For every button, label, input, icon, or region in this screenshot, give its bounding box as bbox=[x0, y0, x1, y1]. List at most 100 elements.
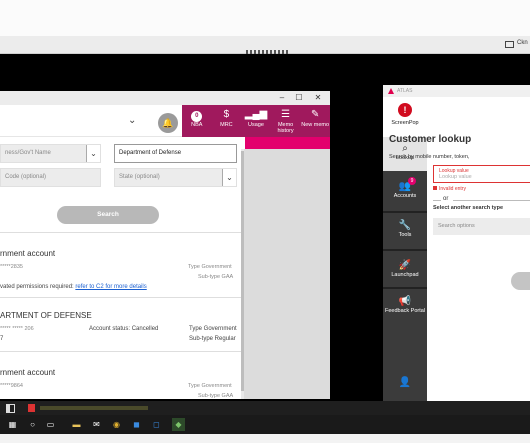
task-view-icon[interactable]: ▭ bbox=[44, 418, 57, 431]
edit-icon: ✎ bbox=[310, 109, 320, 120]
secondary-taskbar bbox=[0, 401, 530, 415]
flag-icon[interactable] bbox=[28, 404, 35, 412]
lookup-value-input[interactable]: Lookup value Lookup value bbox=[433, 165, 530, 183]
mail-icon[interactable]: ✉ bbox=[90, 418, 103, 431]
result-title[interactable]: rnment account bbox=[0, 368, 55, 377]
result-subtype: Sub-type GAA bbox=[198, 274, 234, 280]
search-type-label: Select another search type bbox=[433, 205, 504, 211]
wrench-icon: 🔧 bbox=[398, 220, 412, 231]
error-message: Invalid entry bbox=[433, 186, 466, 192]
sidebar-item-tools[interactable]: 🔧 Tools bbox=[383, 219, 427, 238]
nav-label: NBA bbox=[191, 122, 203, 128]
nav-new-memo[interactable]: ✎ New memo bbox=[300, 105, 330, 137]
nav-label: Usage bbox=[248, 122, 264, 128]
result-id: *****2835 bbox=[0, 264, 23, 270]
nav-label: New memo bbox=[301, 122, 330, 128]
alert-icon: ! bbox=[398, 103, 412, 117]
desktop-bottom bbox=[0, 434, 530, 443]
result-status: Account status: Cancelled bbox=[89, 326, 159, 332]
field-placeholder: ness/Gov't Name bbox=[5, 150, 51, 156]
signal-icon: ▂▄▆ bbox=[244, 109, 268, 120]
sidebar-divider bbox=[383, 249, 427, 251]
start-icon[interactable]: ▦ bbox=[6, 418, 19, 431]
result-type: Type Government bbox=[188, 383, 232, 389]
chrome-icon[interactable]: ◉ bbox=[110, 418, 123, 431]
app-icon-2[interactable]: ◆ bbox=[172, 418, 185, 431]
divider bbox=[0, 351, 241, 352]
file-explorer-icon[interactable]: ▬ bbox=[70, 418, 83, 431]
lookup-button[interactable] bbox=[511, 272, 530, 290]
accent-strip bbox=[245, 137, 330, 149]
nav-nba[interactable]: 0 NBA bbox=[182, 105, 212, 137]
sidebar-label: Feedback Portal bbox=[384, 308, 426, 314]
window-titlebar: – ☐ ✕ bbox=[0, 91, 330, 105]
window-icon[interactable] bbox=[6, 404, 15, 413]
outlook-icon[interactable]: ◼ bbox=[130, 418, 143, 431]
nav-usage[interactable]: ▂▄▆ Usage bbox=[241, 105, 271, 137]
nav-memo-history[interactable]: ☰ Memo history bbox=[271, 105, 301, 137]
notification-bell-icon[interactable]: 🔔 bbox=[158, 113, 178, 133]
maximize-icon[interactable]: ☐ bbox=[293, 92, 305, 104]
dollar-icon: $ bbox=[223, 109, 230, 120]
or-line bbox=[433, 200, 441, 201]
state-select[interactable]: State (optional) ⌄ bbox=[114, 168, 237, 187]
result-note: vated permissions required: refer to C2 … bbox=[0, 284, 147, 290]
sidebar-divider bbox=[383, 211, 427, 213]
result-title[interactable]: ARTMENT OF DEFENSE bbox=[0, 311, 92, 320]
screenpop-window: ATLAS ! ScreenPop ⌕ Lookup 👥 9 Accounts … bbox=[383, 85, 530, 401]
note-text: vated permissions required: bbox=[0, 284, 74, 290]
chevron-down-icon[interactable]: ⌄ bbox=[128, 115, 136, 126]
refer-link[interactable]: refer to C2 for more details bbox=[75, 284, 146, 290]
taskbar: ▦ ○ ▭ ▬ ✉ ◉ ◼ ◻ ◆ bbox=[0, 415, 530, 434]
search-options-select[interactable]: Search options bbox=[433, 218, 530, 235]
toolbar-label[interactable]: Ckn bbox=[517, 40, 528, 46]
user-icon[interactable]: 👤 bbox=[383, 377, 427, 388]
business-name-field[interactable]: ness/Gov't Name ⌄ bbox=[0, 144, 101, 163]
close-icon[interactable]: ✕ bbox=[312, 92, 324, 104]
accounts-badge: 9 bbox=[408, 177, 416, 185]
error-icon bbox=[433, 186, 437, 190]
side-panel bbox=[244, 149, 330, 399]
nav-label: MRC bbox=[220, 122, 233, 128]
window-icon[interactable] bbox=[505, 41, 514, 48]
or-line bbox=[453, 200, 530, 201]
page-subtitle: Search by mobile number, token, bbox=[389, 154, 470, 160]
error-text: Invalid entry bbox=[439, 186, 466, 192]
list-icon: ☰ bbox=[281, 109, 291, 120]
search-button[interactable]: Search bbox=[57, 206, 159, 224]
result-subtype: Sub-type Regular bbox=[189, 336, 236, 342]
account-search-window: – ☐ ✕ ⌄ 🔔 0 NBA $ MRC ▂▄▆ Usage ☰ Memo h… bbox=[0, 91, 330, 399]
minimize-icon[interactable]: – bbox=[276, 92, 288, 104]
sidebar-item-accounts[interactable]: 👥 9 Accounts bbox=[383, 173, 427, 211]
page-title: Customer lookup bbox=[389, 134, 472, 145]
result-type: Type Government bbox=[189, 326, 237, 332]
result-title[interactable]: rnment account bbox=[0, 249, 55, 258]
megaphone-icon: 📢 bbox=[398, 296, 412, 307]
field-placeholder: Code (optional) bbox=[5, 174, 47, 180]
chevron-down-icon[interactable]: ⌄ bbox=[222, 169, 236, 186]
tile-label: ScreenPop bbox=[391, 120, 419, 126]
top-nav: 0 NBA $ MRC ▂▄▆ Usage ☰ Memo history ✎ N… bbox=[182, 105, 330, 137]
zip-code-input[interactable]: Code (optional) bbox=[0, 168, 101, 187]
chevron-down-icon[interactable]: ⌄ bbox=[86, 145, 100, 162]
chat-bubble-icon: 0 bbox=[191, 111, 203, 122]
agency-name-input[interactable]: Department of Defense bbox=[114, 144, 237, 163]
sidebar-label: Accounts bbox=[393, 193, 417, 199]
field-placeholder: State (optional) bbox=[119, 174, 160, 180]
nav-mrc[interactable]: $ MRC bbox=[212, 105, 242, 137]
screenpop-tile[interactable]: ! ScreenPop bbox=[383, 97, 427, 137]
sidebar-item-launchpad[interactable]: 🚀 Launchpad bbox=[383, 259, 427, 278]
sidebar-item-feedback[interactable]: 📢 Feedback Portal bbox=[383, 295, 427, 314]
divider bbox=[0, 232, 241, 233]
result-id: ***** ***** 206 bbox=[0, 326, 34, 332]
circle-icon[interactable]: ○ bbox=[26, 418, 39, 431]
taskbar-item[interactable] bbox=[40, 406, 148, 410]
field-value: Department of Defense bbox=[119, 150, 182, 156]
app-icon[interactable]: ◻ bbox=[150, 418, 163, 431]
people-icon: 👥 bbox=[398, 181, 412, 192]
nav-label: Memo history bbox=[277, 122, 294, 134]
atlas-logo-icon bbox=[388, 88, 394, 94]
input-placeholder: Lookup value bbox=[439, 174, 472, 180]
result-type: Type Government bbox=[188, 264, 232, 270]
sidebar-divider bbox=[383, 287, 427, 289]
